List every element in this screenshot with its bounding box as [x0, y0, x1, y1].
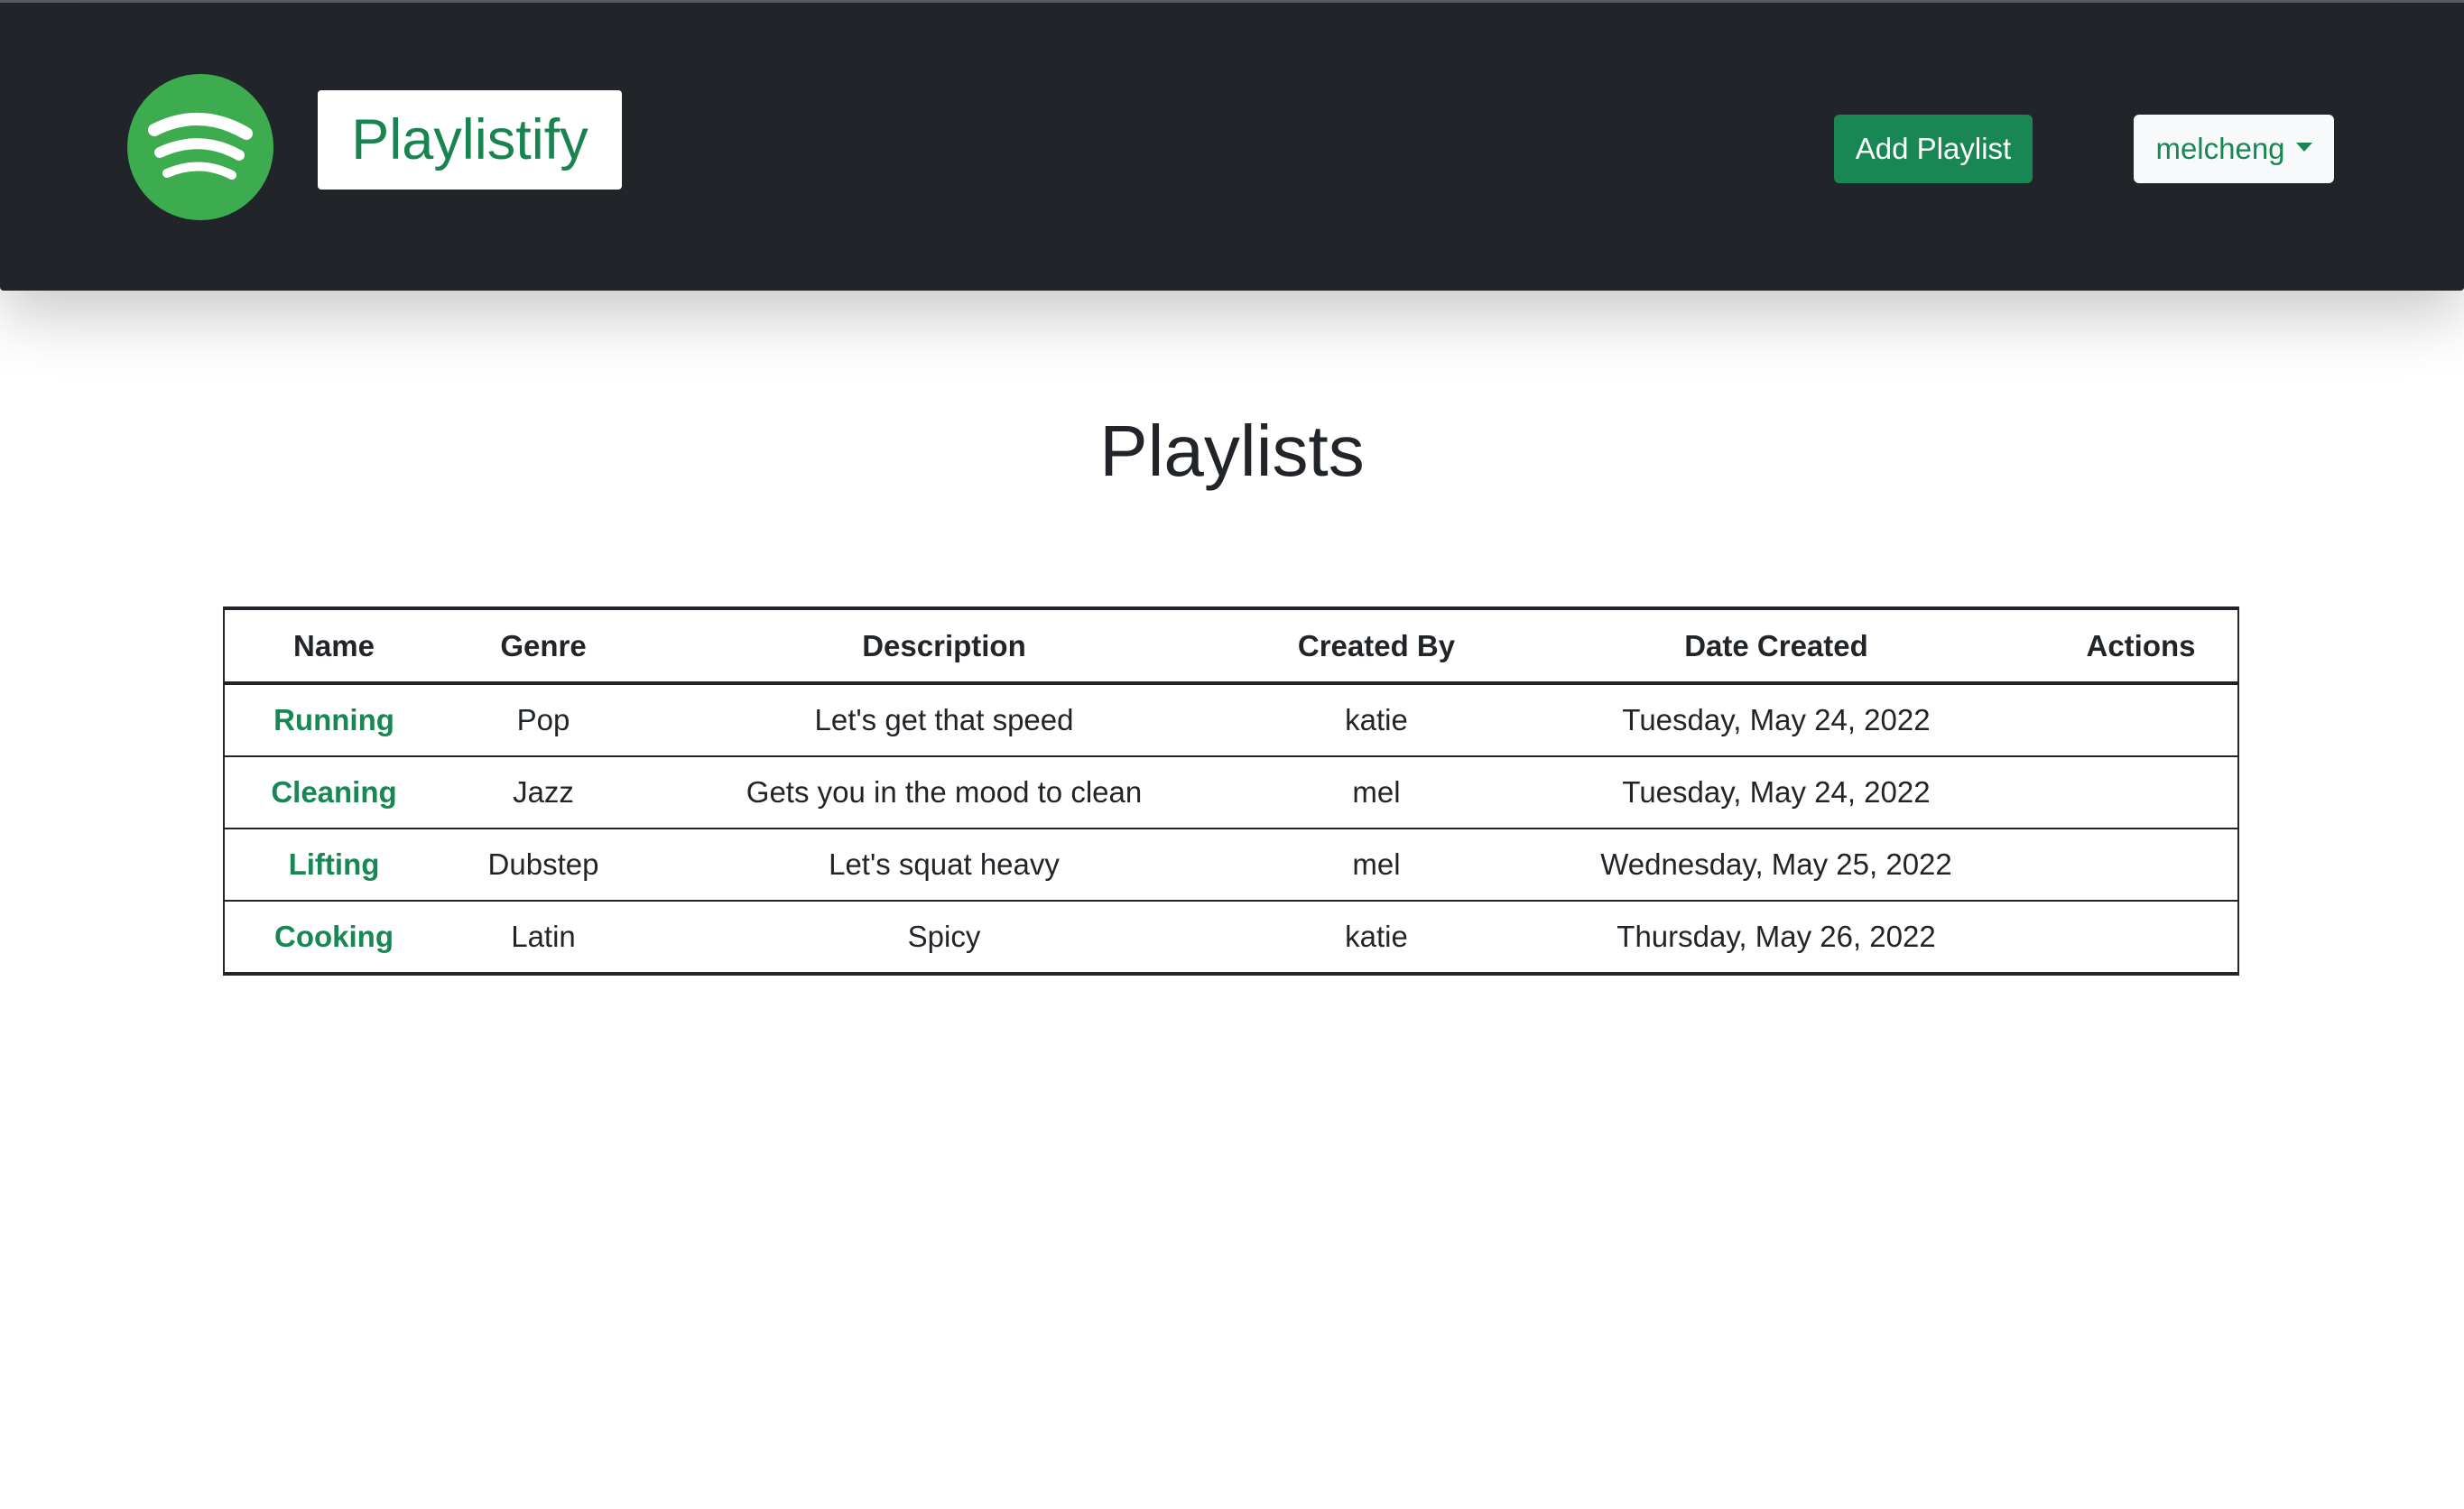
cell-name: Running: [225, 682, 443, 757]
cell-actions: [2044, 682, 2237, 757]
page-title: Playlists: [1099, 411, 1365, 491]
column-header-name: Name: [225, 608, 443, 685]
column-header-genre: Genre: [443, 608, 644, 685]
user-menu-label: melcheng: [2155, 132, 2285, 165]
brand-link[interactable]: Playlistify: [318, 90, 622, 190]
playlist-link[interactable]: Cleaning: [271, 775, 396, 809]
column-header-date-created: Date Created: [1508, 608, 2044, 685]
column-header-description: Description: [644, 608, 1245, 685]
cell-genre: Dubstep: [443, 828, 644, 902]
cell-created-by: mel: [1245, 828, 1508, 902]
navbar: Playlistify Add Playlist melcheng: [0, 3, 2464, 291]
cell-description: Spicy: [644, 900, 1245, 974]
cell-genre: Latin: [443, 900, 644, 974]
column-header-actions: Actions: [2044, 608, 2237, 685]
cell-created-by: katie: [1245, 900, 1508, 974]
cell-date-created: Thursday, May 26, 2022: [1508, 900, 2044, 974]
cell-name: Cooking: [225, 900, 443, 974]
cell-description: Let's get that speed: [644, 682, 1245, 757]
add-playlist-button[interactable]: Add Playlist: [1834, 115, 2033, 183]
cell-name: Lifting: [225, 828, 443, 902]
user-menu-button[interactable]: melcheng: [2134, 115, 2334, 183]
cell-genre: Jazz: [443, 755, 644, 829]
caret-down-icon: [2295, 143, 2312, 152]
cell-actions: [2044, 755, 2237, 829]
cell-genre: Pop: [443, 682, 644, 757]
cell-actions: [2044, 828, 2237, 902]
table-row: Cleaning Jazz Gets you in the mood to cl…: [225, 755, 2237, 829]
cell-actions: [2044, 900, 2237, 974]
cell-date-created: Tuesday, May 24, 2022: [1508, 682, 2044, 757]
cell-created-by: mel: [1245, 755, 1508, 829]
cell-description: Let's squat heavy: [644, 828, 1245, 902]
spotify-logo-icon[interactable]: [127, 74, 273, 220]
table-row: Running Pop Let's get that speed katie T…: [225, 682, 2237, 757]
table-header-row: Name Genre Description Created By Date C…: [225, 608, 2237, 685]
table-row: Cooking Latin Spicy katie Thursday, May …: [225, 900, 2237, 974]
playlist-link[interactable]: Running: [273, 703, 394, 736]
cell-created-by: katie: [1245, 682, 1508, 757]
cell-name: Cleaning: [225, 755, 443, 829]
cell-description: Gets you in the mood to clean: [644, 755, 1245, 829]
playlists-table: Name Genre Description Created By Date C…: [223, 606, 2239, 976]
table-row: Lifting Dubstep Let's squat heavy mel We…: [225, 828, 2237, 902]
playlist-link[interactable]: Lifting: [289, 847, 380, 881]
playlist-link[interactable]: Cooking: [274, 920, 394, 953]
cell-date-created: Tuesday, May 24, 2022: [1508, 755, 2044, 829]
cell-date-created: Wednesday, May 25, 2022: [1508, 828, 2044, 902]
column-header-created-by: Created By: [1245, 608, 1508, 685]
